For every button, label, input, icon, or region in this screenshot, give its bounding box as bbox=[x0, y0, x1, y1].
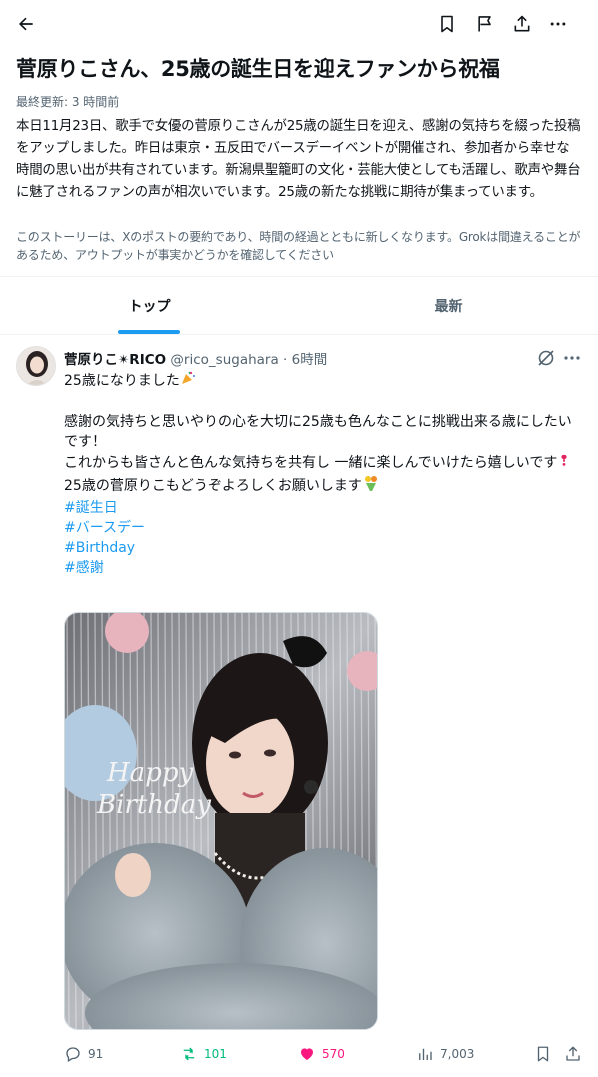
author-handle[interactable]: @rico_sugahara · 6時間 bbox=[170, 352, 327, 368]
grok-disclaimer: このストーリーは、Xのポストの要約であり、時間の経過とともに新しくなります。Gr… bbox=[16, 230, 581, 262]
story-summary: 本日11月23日、歌手で女優の菅原りこさんが25歳の誕生日を迎え、感謝の気持ちを… bbox=[16, 119, 581, 200]
author-name[interactable]: 菅原りこ✴︎RICO bbox=[64, 352, 166, 368]
more-icon[interactable] bbox=[546, 12, 570, 36]
post-text: 25歳になりました 感謝の気持ちと思いやりの心を大切に25歳も色んなことに挑戦出… bbox=[64, 370, 584, 578]
story-title: 菅原りこさん、25歳の誕生日を迎えファンから祝福 bbox=[16, 57, 500, 81]
tab-bar: トップ 最新 bbox=[0, 277, 598, 334]
photo-happy-birthday-text: Birthday bbox=[96, 790, 211, 820]
party-popper-icon bbox=[180, 370, 196, 392]
post-more-icon[interactable] bbox=[562, 348, 582, 368]
post-actions: 91 101 570 7,003 bbox=[0, 1040, 598, 1068]
reply-button[interactable]: 91 bbox=[64, 1044, 103, 1064]
top-bar bbox=[0, 0, 598, 48]
like-button[interactable]: 570 bbox=[298, 1044, 345, 1064]
like-count: 570 bbox=[322, 1047, 345, 1061]
tab-top[interactable]: トップ bbox=[0, 277, 299, 334]
post-photo[interactable]: Happy Birthday bbox=[64, 612, 378, 1030]
views-icon bbox=[419, 1048, 432, 1060]
reply-count: 91 bbox=[88, 1047, 104, 1061]
bouquet-icon bbox=[362, 474, 380, 498]
flag-icon[interactable] bbox=[473, 12, 497, 36]
photo-happy-birthday-text: Happy bbox=[106, 758, 193, 788]
post-header: 菅原りこ✴︎RICO @rico_sugahara · 6時間 bbox=[64, 348, 327, 368]
view-count: 7,003 bbox=[440, 1047, 475, 1061]
reply-icon bbox=[66, 1047, 80, 1062]
heart-icon bbox=[301, 1048, 313, 1060]
grok-icon[interactable] bbox=[536, 348, 556, 368]
heart-exclamation-icon bbox=[557, 452, 571, 474]
hashtag-link[interactable]: #バースデー bbox=[64, 518, 584, 538]
views-button[interactable]: 7,003 bbox=[416, 1044, 474, 1064]
share-icon bbox=[566, 1046, 580, 1061]
hashtag-link[interactable]: #Birthday bbox=[64, 538, 584, 558]
divider bbox=[0, 334, 598, 335]
post-line: 25歳の菅原りこもどうぞよろしくお願いします bbox=[64, 478, 362, 494]
hashtag-link[interactable]: #誕生日 bbox=[64, 498, 584, 518]
post-line: これからも皆さんと色んな気持ちを共有し 一緒に楽しんでいけたら嬉しいです bbox=[64, 455, 558, 471]
last-updated: 最終更新: 3 時間前 bbox=[16, 95, 120, 109]
avatar[interactable] bbox=[16, 346, 56, 386]
hashtag-link[interactable]: #感謝 bbox=[64, 558, 584, 578]
post-line: 感謝の気持ちと思いやりの心を大切に25歳も色んなことに挑戦出来る歳にしたいです！ bbox=[64, 414, 572, 450]
repost-count: 101 bbox=[204, 1047, 227, 1061]
repost-icon bbox=[183, 1047, 195, 1061]
share-icon[interactable] bbox=[510, 12, 534, 36]
bookmark-icon[interactable] bbox=[435, 12, 459, 36]
tab-latest[interactable]: 最新 bbox=[299, 277, 598, 334]
post-line: 25歳になりました bbox=[64, 373, 180, 389]
bookmark-icon bbox=[537, 1046, 549, 1062]
bookmark-button[interactable] bbox=[534, 1044, 558, 1064]
repost-button[interactable]: 101 bbox=[180, 1044, 227, 1064]
back-arrow-icon[interactable] bbox=[14, 12, 38, 36]
post-share-button[interactable] bbox=[564, 1044, 588, 1064]
